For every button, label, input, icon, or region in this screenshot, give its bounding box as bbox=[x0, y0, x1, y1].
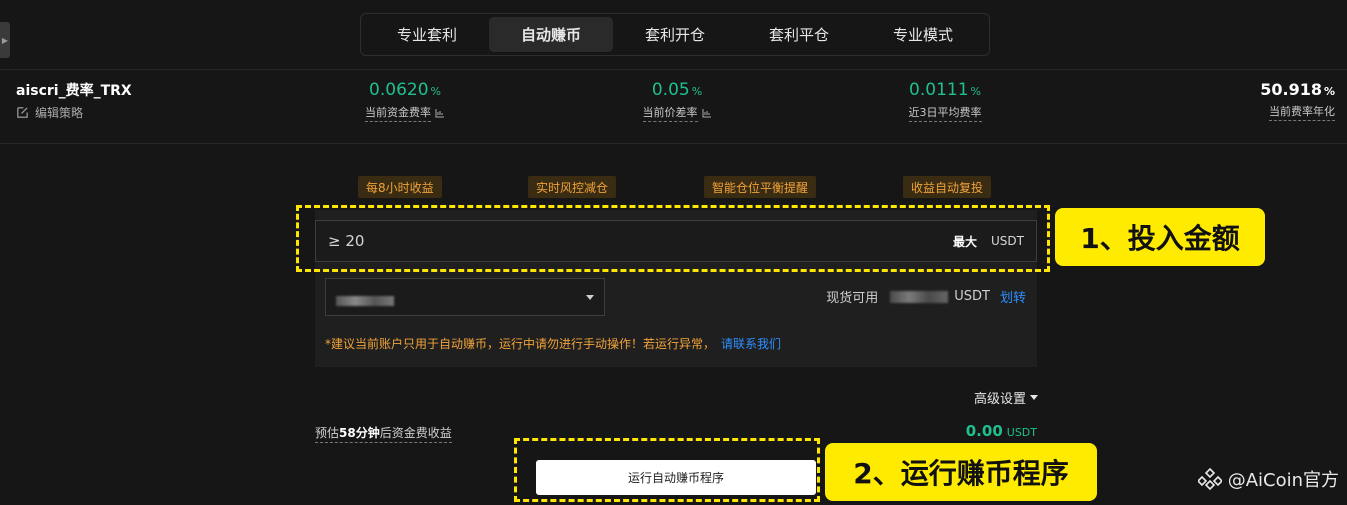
metric-3day-avg-rate: 0.0111% 近3日平均费率 bbox=[900, 80, 990, 122]
edit-strategy-button[interactable]: 编辑策略 bbox=[16, 104, 83, 121]
sidebar-toggle-button[interactable]: ▶ bbox=[0, 22, 10, 58]
chevron-right-icon: ▶ bbox=[1, 35, 9, 45]
advanced-settings-label: 高级设置 bbox=[974, 392, 1027, 407]
divider bbox=[0, 69, 1347, 70]
estimate-value: 0.00 USDT bbox=[966, 422, 1037, 440]
tab-auto-earn[interactable]: 自动赚币 bbox=[489, 17, 613, 52]
metric-label: 当前资金费率 bbox=[365, 104, 431, 122]
feature-tag: 收益自动复投 bbox=[903, 176, 992, 198]
aicoin-logo-icon bbox=[1197, 467, 1222, 491]
notice-body: *建议当前账户只用于自动赚币，运行中请勿进行手动操作！若运行异常， bbox=[325, 337, 716, 351]
metric-label: 近3日平均费率 bbox=[908, 104, 982, 122]
available-unit: USDT bbox=[954, 289, 990, 304]
metric-unit: % bbox=[691, 85, 703, 98]
account-select[interactable] bbox=[325, 278, 605, 316]
available-balance: 现货可用 USDT 划转 bbox=[826, 287, 1026, 306]
metric-funding-rate: 0.0620% 当前资金费率 bbox=[360, 80, 450, 122]
annotation-box-run bbox=[514, 438, 820, 502]
watermark-text: @AiCoin官方 bbox=[1227, 470, 1339, 491]
metric-annualized-rate: 50.918% 当前费率年化 bbox=[1260, 80, 1335, 121]
mode-tabs: 专业套利 自动赚币 套利开仓 套利平仓 专业模式 bbox=[360, 13, 990, 56]
transfer-link[interactable]: 划转 bbox=[1000, 287, 1026, 306]
chart-icon[interactable] bbox=[702, 108, 712, 118]
metric-label: 当前费率年化 bbox=[1269, 103, 1335, 121]
tab-pro-arbitrage[interactable]: 专业套利 bbox=[365, 17, 489, 52]
metric-value: 0.0620 bbox=[369, 80, 429, 100]
estimate-unit: USDT bbox=[1006, 426, 1037, 439]
metric-unit: % bbox=[1323, 85, 1335, 98]
annotation-step1: 1、投入金额 bbox=[1055, 208, 1265, 266]
chevron-down-icon bbox=[586, 294, 594, 300]
watermark: @AiCoin官方 bbox=[1197, 466, 1339, 492]
tab-pro-mode[interactable]: 专业模式 bbox=[861, 17, 985, 52]
metric-label: 当前价差率 bbox=[642, 104, 698, 122]
tab-arbitrage-close[interactable]: 套利平仓 bbox=[737, 17, 861, 52]
feature-tag: 实时风控减仓 bbox=[528, 176, 617, 198]
estimate-suffix: 后资金费收益 bbox=[379, 426, 452, 440]
available-label: 现货可用 bbox=[826, 291, 879, 306]
metric-unit: % bbox=[430, 85, 441, 98]
estimate-amount: 0.00 bbox=[965, 422, 1003, 440]
strategy-name: aiscri_费率_TRX bbox=[16, 83, 132, 99]
feature-tag: 智能仓位平衡提醒 bbox=[704, 176, 817, 198]
account-value-redacted bbox=[336, 291, 586, 306]
annotation-step2: 2、运行赚币程序 bbox=[825, 443, 1097, 501]
divider bbox=[0, 143, 1347, 144]
metric-value: 0.05 bbox=[651, 80, 690, 100]
edit-icon bbox=[17, 107, 28, 118]
annotation-box-amount bbox=[296, 205, 1050, 272]
estimate-prefix: 预估 bbox=[315, 426, 340, 440]
metric-value: 50.918 bbox=[1260, 80, 1322, 99]
chevron-down-icon bbox=[1030, 395, 1039, 400]
tab-arbitrage-open[interactable]: 套利开仓 bbox=[613, 17, 737, 52]
contact-us-link[interactable]: 请联系我们 bbox=[721, 337, 781, 351]
metric-unit: % bbox=[970, 85, 981, 98]
estimate-minutes: 58分钟 bbox=[339, 426, 380, 440]
feature-tag: 每8小时收益 bbox=[358, 176, 442, 198]
metric-value: 0.0111 bbox=[909, 80, 969, 100]
edit-strategy-label: 编辑策略 bbox=[35, 106, 84, 120]
metric-spread-rate: 0.05% 当前价差率 bbox=[632, 80, 722, 122]
chart-icon[interactable] bbox=[435, 108, 445, 118]
advanced-settings-toggle[interactable]: 高级设置 bbox=[974, 388, 1039, 407]
estimate-label: 预估58分钟后资金费收益 bbox=[315, 424, 452, 443]
balance-redacted bbox=[890, 290, 949, 303]
notice-text: *建议当前账户只用于自动赚币，运行中请勿进行手动操作！若运行异常， 请联系我们 bbox=[325, 335, 781, 352]
